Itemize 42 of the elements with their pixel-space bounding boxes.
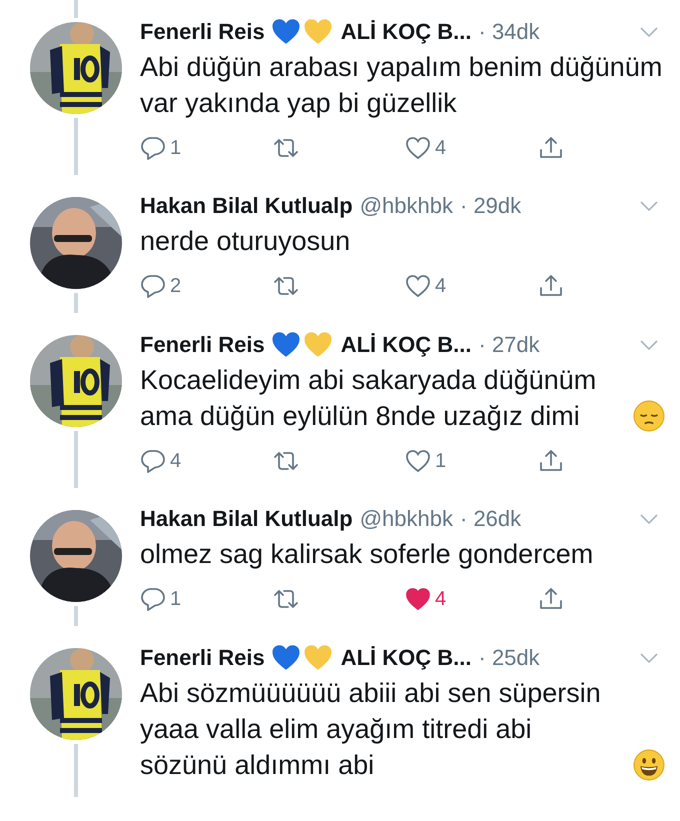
reply-icon[interactable] — [140, 586, 166, 612]
like-count: 4 — [435, 588, 446, 610]
reply-count: 2 — [170, 274, 182, 298]
user-handle[interactable]: @hbkhbk — [360, 506, 453, 532]
display-name[interactable]: Fenerli Reis — [140, 18, 265, 44]
display-name[interactable]: Fenerli Reis — [140, 332, 265, 358]
timestamp: · 29dk — [460, 193, 522, 219]
timestamp: · 25dk — [478, 644, 540, 670]
timestamp: · 27dk — [478, 332, 540, 358]
heart-icon[interactable] — [405, 448, 431, 474]
heart-icon[interactable] — [405, 273, 431, 299]
display-name[interactable]: ALİ KOÇ B... — [340, 332, 472, 358]
pensive-face-icon — [633, 400, 665, 432]
display-name[interactable]: Hakan Bilal Kutlualp — [140, 506, 353, 532]
tweet-text: nerde oturuyosun — [140, 225, 350, 258]
like-count: 4 — [435, 136, 446, 160]
timestamp: · 26dk — [460, 506, 522, 532]
reply-count: 1 — [170, 588, 182, 610]
heart-icon[interactable] — [405, 586, 431, 612]
like-count: 1 — [435, 450, 446, 472]
display-name[interactable]: ALİ KOÇ B... — [340, 18, 472, 44]
user-handle[interactable]: @hbkhbk — [360, 193, 453, 219]
reply-count: 4 — [170, 450, 182, 472]
share-icon[interactable] — [538, 448, 564, 474]
reply-icon[interactable] — [140, 448, 166, 474]
reply-count: 1 — [170, 136, 182, 160]
reply-icon[interactable] — [140, 273, 166, 299]
heart-icon[interactable] — [405, 135, 431, 161]
reply-icon[interactable] — [140, 135, 166, 161]
display-name[interactable]: Fenerli Reis — [140, 644, 265, 670]
tweet-text: olmez sag kalirsak soferle gondercem — [140, 538, 594, 571]
display-name[interactable]: ALİ KOÇ B... — [340, 644, 472, 670]
share-icon[interactable] — [538, 586, 564, 612]
tweet-text: Kocaelideyim abi sakaryada düğünüm ama düğün eylülün 8nde uzağız dimi — [140, 364, 598, 433]
grinning-face-icon — [633, 749, 665, 781]
timestamp: · 34dk — [478, 18, 540, 44]
display-name[interactable]: Hakan Bilal Kutlualp — [140, 193, 353, 219]
tweet-text: Abi düğün arabası yapalım benim düğünüm var yakında yap bi güzellik — [140, 51, 664, 120]
share-icon[interactable] — [538, 273, 564, 299]
tweet-text: Abi sözmüüüüüü abiii abi sen süpersin yaaa valla elim ayağım titredi abi sözünü aldımmı abi — [140, 677, 602, 782]
share-icon[interactable] — [538, 135, 564, 161]
like-count: 4 — [435, 274, 446, 298]
